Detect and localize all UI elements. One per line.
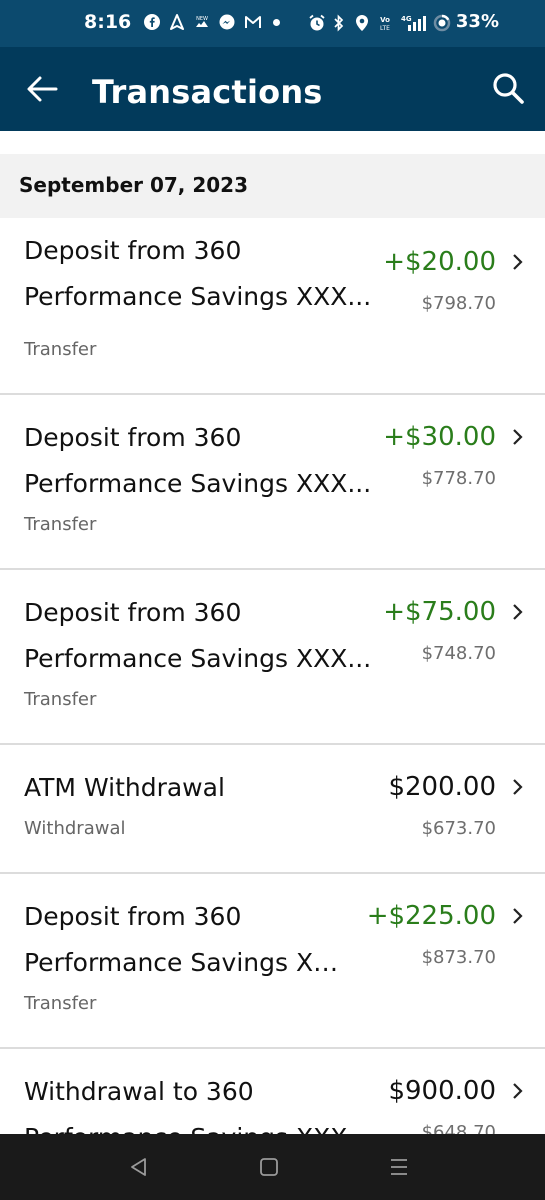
status-right: Vo LTE 4G 33% [308,11,499,32]
transaction-description: Deposit from 360 Performance Savings XXX… [24,590,384,682]
transaction-description: Deposit from 360 Performance Savings XX.… [24,894,354,986]
app-bar: Transactions [0,47,545,131]
transaction-description-line2: Performance Savings XXX... [24,1115,384,1134]
system-navigation-bar [0,1134,545,1200]
transaction-row[interactable]: ATM Withdrawal Withdrawal $200.00 $673.7… [0,743,545,874]
transaction-row[interactable]: Deposit from 360 Performance Savings XXX… [0,218,545,395]
transaction-description-line2: Performance Savings XXX... [24,644,372,673]
navigation-icon [169,14,185,30]
status-bar: 8:16 NEW Vo LTE 4G 33% [0,0,545,47]
transaction-category: Withdrawal [24,818,126,839]
transaction-row[interactable]: Deposit from 360 Performance Savings XXX… [0,393,545,570]
status-left: 8:16 NEW [84,11,281,33]
transaction-description-line1: Deposit from 360 [24,598,242,627]
transaction-description-line2: Performance Savings XX... [24,948,354,977]
transaction-amount: $200.00 [388,772,496,802]
transaction-balance: $648.70 [421,1122,496,1134]
chevron-right-icon [513,779,523,795]
transaction-amount: $900.00 [388,1076,496,1106]
bluetooth-icon [331,13,347,32]
transaction-amount: +$20.00 [383,247,496,277]
transaction-list[interactable]: September 07, 2023 Deposit from 360 Perf… [0,131,545,1134]
transaction-category: Transfer [24,339,97,360]
search-button[interactable] [489,69,527,107]
transaction-description-line1: ATM Withdrawal [24,773,225,802]
more-notifications-dot-icon [273,18,281,26]
volte-icon: Vo LTE [377,14,393,32]
transaction-balance: $873.70 [421,947,496,968]
battery-ring-icon [433,14,451,31]
nav-recents-button[interactable] [386,1154,412,1180]
nav-home-button[interactable] [256,1154,282,1180]
transaction-description: ATM Withdrawal [24,765,384,811]
transaction-amount: +$225.00 [366,901,496,931]
page-title: Transactions [92,73,323,111]
transaction-description-line1: Deposit from 360 [24,423,242,452]
transaction-description: Deposit from 360 Performance Savings XXX… [24,415,384,507]
transaction-description-line1: Withdrawal to 360 [24,1077,254,1106]
transaction-description-line1: Deposit from 360 [24,236,242,265]
svg-text:NEW: NEW [196,16,208,22]
transaction-row[interactable]: Withdrawal to 360 Performance Savings XX… [0,1047,545,1134]
battery-percentage: 33% [455,11,499,32]
messenger-icon [219,14,235,30]
date-group-header: September 07, 2023 [0,154,545,218]
transaction-balance: $673.70 [421,818,496,839]
nav-back-button[interactable] [126,1154,152,1180]
chevron-right-icon [513,604,523,620]
alarm-icon [308,14,325,30]
arrow-left-icon [27,76,58,102]
svg-text:4G: 4G [401,15,412,23]
chevron-right-icon [513,254,523,270]
status-time: 8:16 [84,11,132,33]
back-button[interactable] [24,71,60,107]
transaction-description-line1: Deposit from 360 [24,902,242,931]
transaction-description: Withdrawal to 360 Performance Savings XX… [24,1069,384,1134]
transaction-balance: $798.70 [421,293,496,314]
transaction-description-line2: Performance Savings XXX... [24,469,372,498]
chevron-right-icon [513,1083,523,1099]
facebook-icon [144,14,161,30]
svg-text:LTE: LTE [380,25,390,32]
date-group-label: September 07, 2023 [19,173,249,197]
transaction-category: Transfer [24,689,97,710]
weather-icon: NEW [194,14,210,30]
transaction-row[interactable]: Deposit from 360 Performance Savings XXX… [0,568,545,745]
transaction-category: Transfer [24,993,97,1014]
chevron-right-icon [513,908,523,924]
location-icon [354,14,370,31]
transaction-row[interactable]: Deposit from 360 Performance Savings XX.… [0,872,545,1049]
signal-4g-icon: 4G [400,14,426,31]
transaction-balance: $748.70 [421,643,496,664]
transaction-balance: $778.70 [421,468,496,489]
svg-text:Vo: Vo [380,16,390,24]
transaction-description-line2: Performance Savings XXX... [24,282,372,311]
square-home-icon [260,1158,278,1176]
transaction-amount: +$30.00 [383,422,496,452]
lines-recents-icon [391,1159,407,1175]
triangle-back-icon [131,1158,146,1176]
gmail-icon [244,14,262,30]
chevron-right-icon [513,429,523,445]
search-icon [493,73,524,104]
transaction-description: Deposit from 360 Performance Savings XXX… [24,228,384,320]
transaction-category: Transfer [24,514,97,535]
transaction-amount: +$75.00 [383,597,496,627]
